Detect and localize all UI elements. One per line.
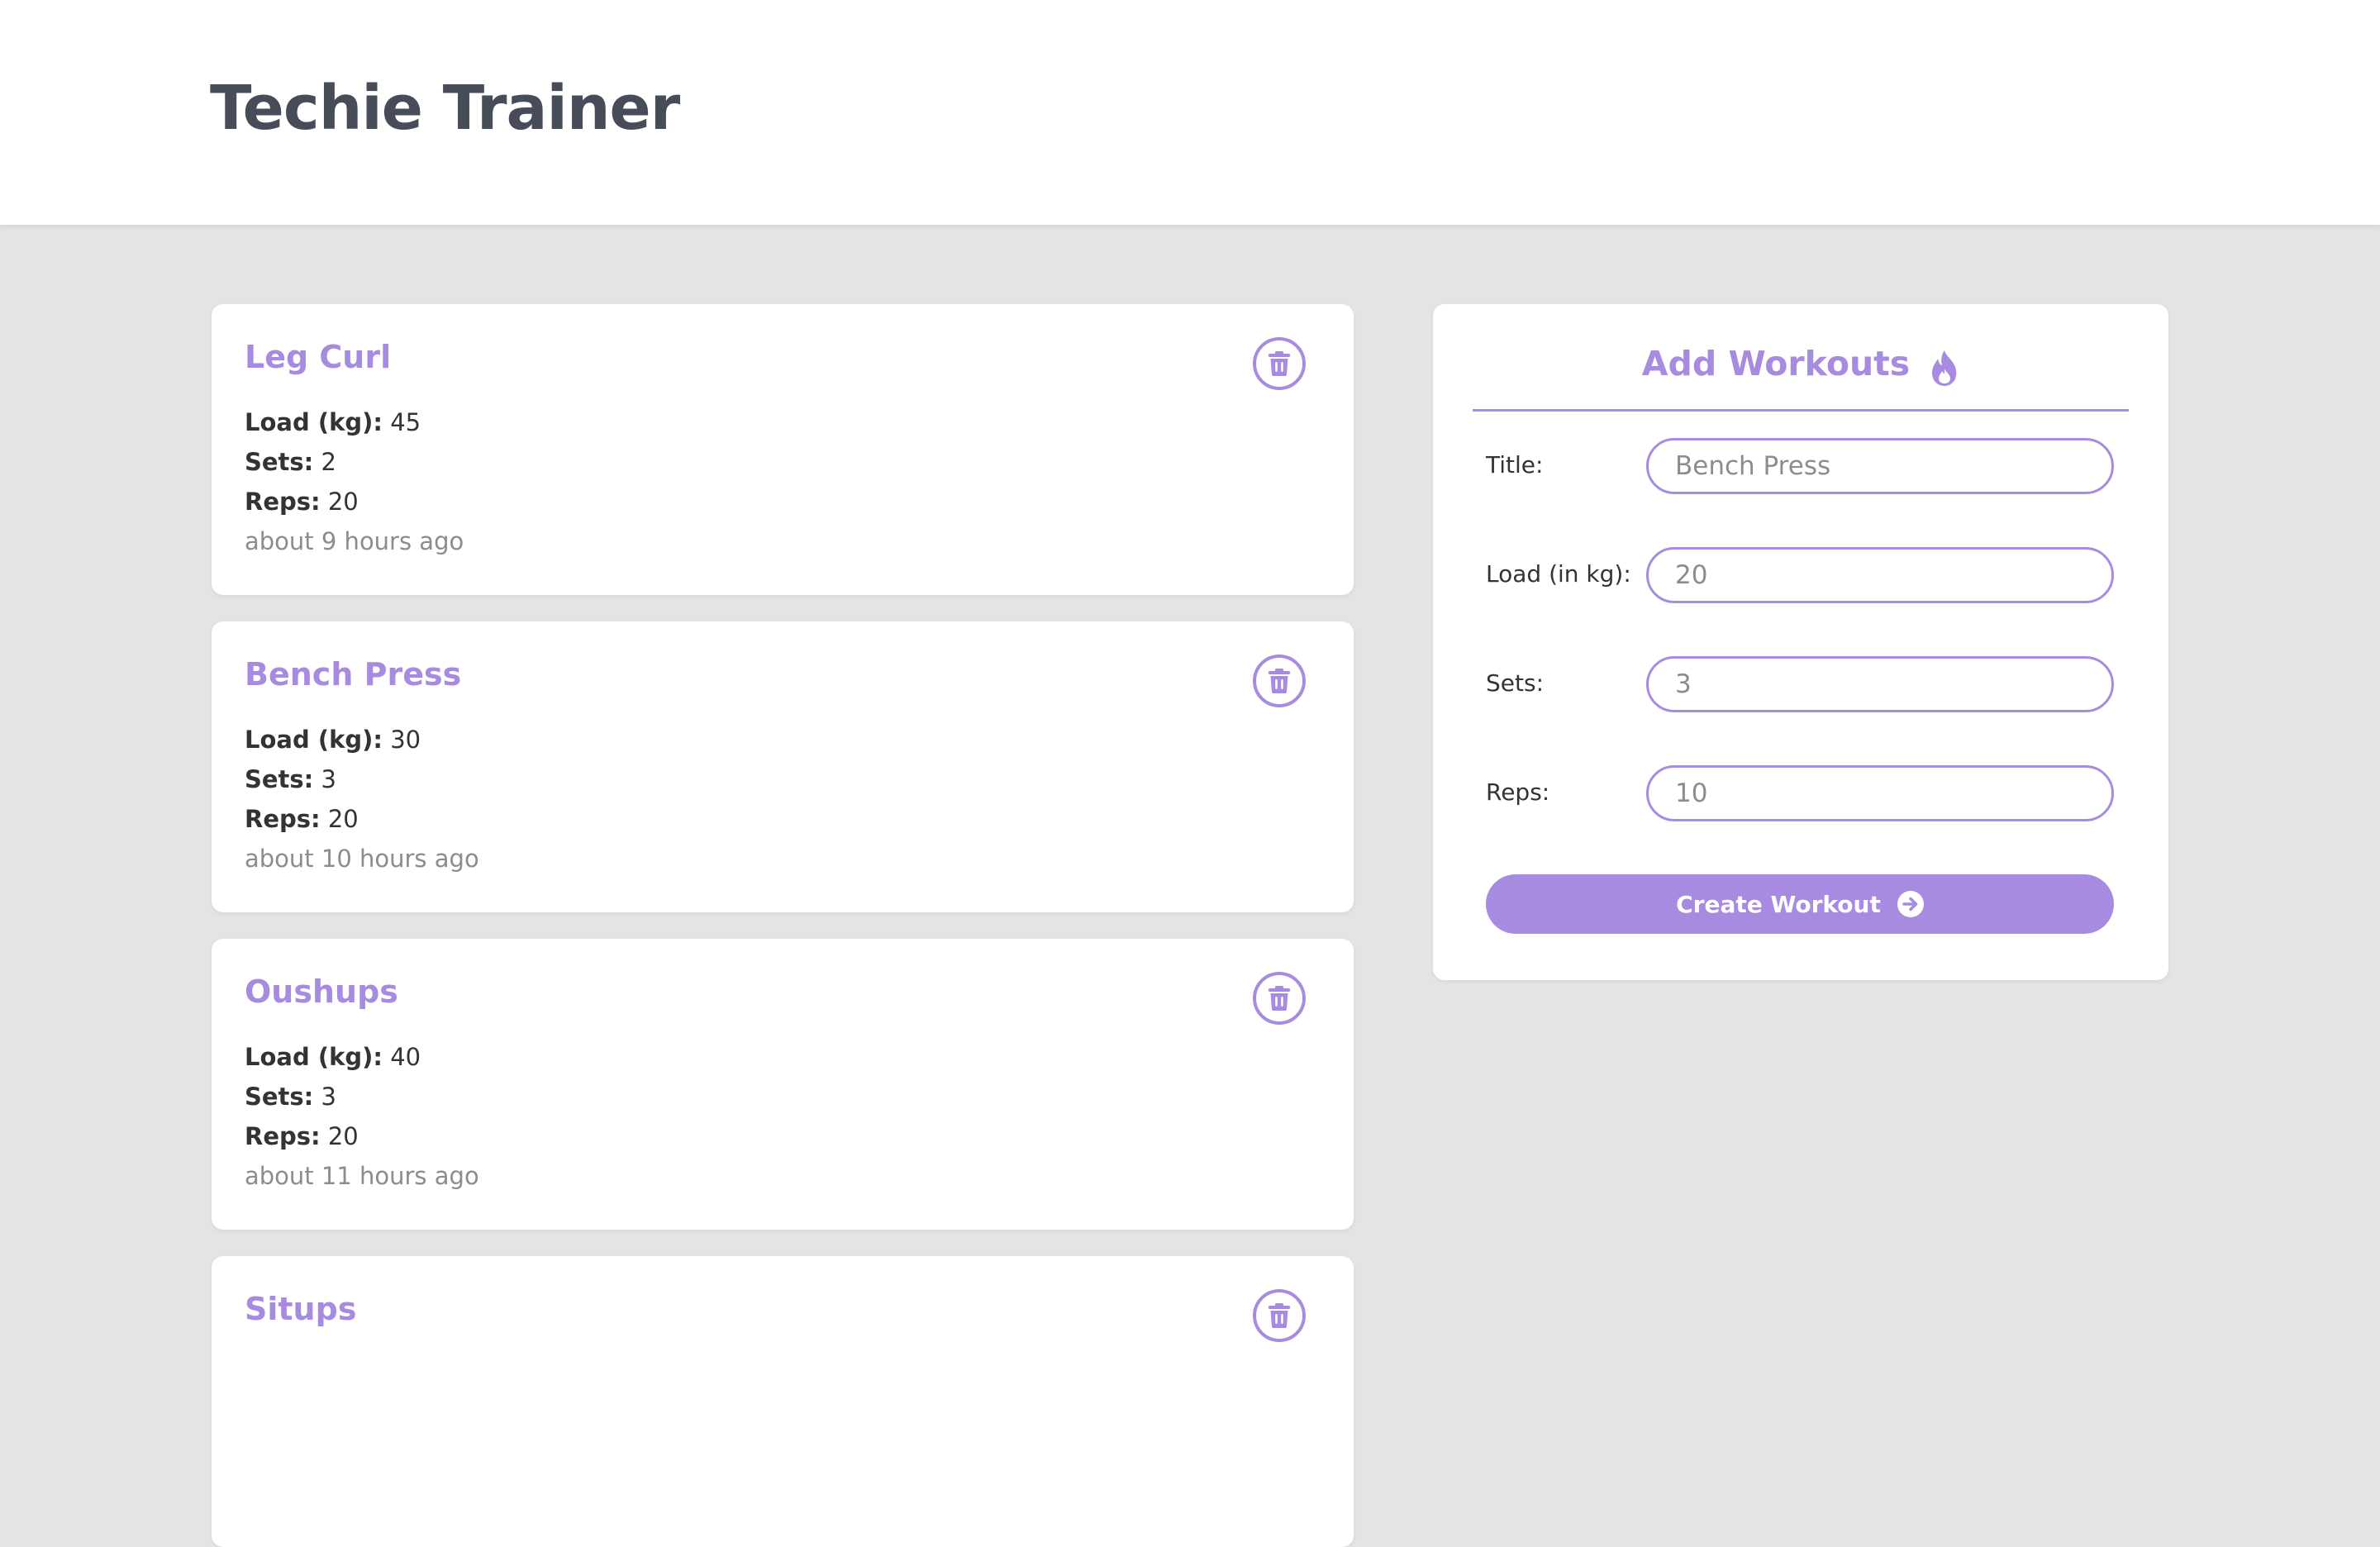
sets-label: Sets: — [245, 448, 314, 476]
load-label: Load (kg): — [245, 1043, 383, 1071]
workout-load: Load (kg): 30 — [245, 726, 421, 754]
reps-value: 20 — [327, 805, 359, 833]
reps-input[interactable] — [1646, 765, 2114, 821]
workout-card: Leg Curl Load (kg): 45 Sets: 2 Reps: 20 … — [212, 304, 1354, 595]
title-label: Title: — [1486, 451, 1544, 478]
workout-reps: Reps: 20 — [245, 1122, 359, 1150]
form-title: Add Workouts — [1641, 344, 1911, 383]
delete-workout-button[interactable] — [1253, 1289, 1306, 1342]
workout-sets: Sets: 3 — [245, 765, 336, 793]
load-label: Load (in kg): — [1486, 560, 1631, 588]
workout-sets: Sets: 3 — [245, 1083, 336, 1111]
arrow-right-circle-icon — [1897, 891, 1924, 917]
workout-load: Load (kg): 40 — [245, 1043, 421, 1071]
sets-label: Sets: — [1486, 669, 1544, 697]
delete-workout-button[interactable] — [1253, 337, 1306, 390]
fire-icon — [1932, 350, 1957, 386]
delete-workout-button[interactable] — [1253, 654, 1306, 707]
workout-load: Load (kg): 45 — [245, 408, 421, 436]
sets-label: Sets: — [245, 765, 314, 793]
workout-card: Bench Press Load (kg): 30 Sets: 3 Reps: … — [212, 621, 1354, 912]
sets-value: 3 — [321, 1083, 336, 1111]
sets-value: 2 — [321, 448, 336, 476]
load-label: Load (kg): — [245, 726, 383, 754]
workout-timestamp: about 10 hours ago — [245, 845, 479, 873]
sets-label: Sets: — [245, 1083, 314, 1111]
workout-title: Situps — [245, 1291, 357, 1327]
app-title: Techie Trainer — [210, 73, 680, 144]
trash-icon — [1269, 986, 1290, 1011]
sets-input[interactable] — [1646, 656, 2114, 712]
create-workout-label: Create Workout — [1676, 890, 1881, 918]
workout-title: Oushups — [245, 973, 398, 1010]
load-value: 30 — [390, 726, 421, 754]
trash-icon — [1269, 351, 1290, 376]
workout-card: Situps — [212, 1256, 1354, 1547]
workout-card: Oushups Load (kg): 40 Sets: 3 Reps: 20 a… — [212, 939, 1354, 1230]
sets-value: 3 — [321, 765, 336, 793]
workout-title: Bench Press — [245, 656, 462, 693]
workout-title: Leg Curl — [245, 339, 392, 375]
create-workout-button[interactable]: Create Workout — [1486, 874, 2114, 934]
load-label: Load (kg): — [245, 408, 383, 436]
app-header: Techie Trainer — [0, 0, 2380, 225]
load-input[interactable] — [1646, 547, 2114, 603]
reps-label: Reps: — [245, 1122, 321, 1150]
delete-workout-button[interactable] — [1253, 972, 1306, 1025]
reps-value: 20 — [327, 488, 359, 516]
workout-timestamp: about 11 hours ago — [245, 1162, 479, 1190]
title-input[interactable] — [1646, 438, 2114, 494]
workout-reps: Reps: 20 — [245, 488, 359, 516]
load-value: 45 — [390, 408, 421, 436]
add-workout-form: Add Workouts Title: Load (in kg): Sets: … — [1433, 304, 2168, 980]
reps-label: Reps: — [245, 488, 321, 516]
trash-icon — [1269, 1303, 1290, 1328]
reps-label: Reps: — [245, 805, 321, 833]
trash-icon — [1269, 669, 1290, 693]
workout-reps: Reps: 20 — [245, 805, 359, 833]
workout-sets: Sets: 2 — [245, 448, 336, 476]
reps-label: Reps: — [1486, 778, 1550, 806]
workout-timestamp: about 9 hours ago — [245, 527, 464, 555]
form-heading: Add Workouts — [1473, 344, 2129, 412]
reps-value: 20 — [327, 1122, 359, 1150]
load-value: 40 — [390, 1043, 421, 1071]
